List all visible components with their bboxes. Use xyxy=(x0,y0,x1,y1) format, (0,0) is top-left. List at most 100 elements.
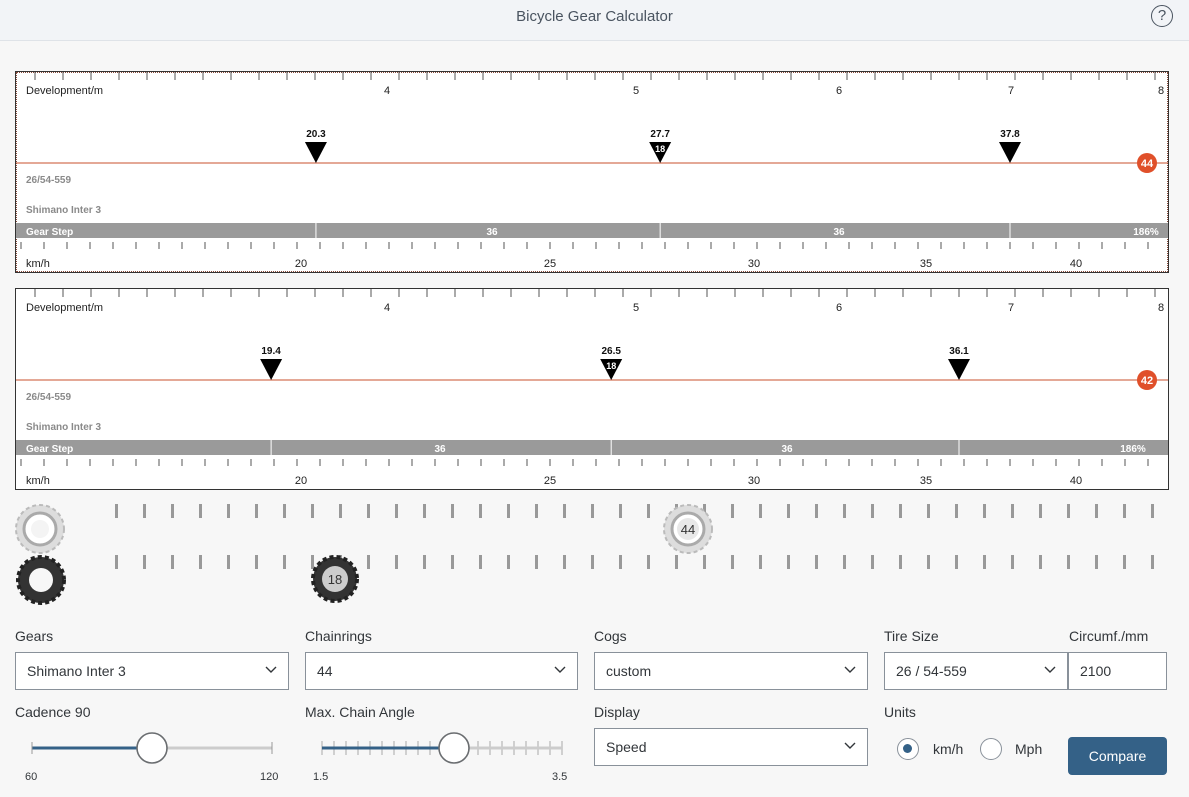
app-title: Bicycle Gear Calculator xyxy=(516,8,673,25)
gear-marker[interactable] xyxy=(304,142,327,163)
chainring-slot xyxy=(1151,504,1154,518)
speed-tick-label: 20 xyxy=(295,258,307,270)
speed-tick-label: 25 xyxy=(544,475,556,487)
gear-step-value: 36 xyxy=(486,227,498,238)
gear-step-label: Gear Step xyxy=(26,444,73,455)
dev-tick-label: 4 xyxy=(384,85,390,97)
chainring-slot xyxy=(787,504,790,518)
chainring-slot xyxy=(815,504,818,518)
cogs-select-value: custom xyxy=(606,663,652,679)
speed-label: 26.5 xyxy=(601,346,621,357)
chainrings-select[interactable]: 44 xyxy=(305,652,578,690)
dev-tick-label: 8 xyxy=(1158,85,1164,97)
speed-label: 37.8 xyxy=(1000,129,1020,140)
selected-chainring-label: 44 xyxy=(681,522,695,537)
gear-marker[interactable] xyxy=(948,359,970,380)
chainrings-label: Chainrings xyxy=(305,628,372,644)
speed-tick-label: 30 xyxy=(748,258,760,270)
gears-label: Gears xyxy=(15,628,54,644)
dev-tick-label: 7 xyxy=(1008,302,1014,314)
chevron-down-icon xyxy=(844,742,856,749)
cadence-slider-handle[interactable] xyxy=(136,732,168,764)
selected-cog-label: 18 xyxy=(328,572,342,587)
cadence-min: 60 xyxy=(25,771,38,783)
chainring-slot xyxy=(647,504,650,518)
chainrings-select-value: 44 xyxy=(317,663,333,679)
mid-cog-label: 18 xyxy=(606,361,616,371)
chainring-slot xyxy=(143,504,146,518)
gear-step-value: 36 xyxy=(434,444,446,455)
units-label: Units xyxy=(884,704,916,720)
chainring-slot xyxy=(283,504,286,518)
chainring-slot xyxy=(367,504,370,518)
chainring-slot xyxy=(395,504,398,518)
gears-select[interactable]: Shimano Inter 3 xyxy=(15,652,289,690)
speed-axis-label: km/h xyxy=(26,258,50,270)
speed-tick-label: 25 xyxy=(544,258,556,270)
cog-slot xyxy=(423,555,426,569)
gear-marker[interactable] xyxy=(999,142,1021,163)
cog-slot xyxy=(1123,555,1126,569)
tire-label: 26/54-559 xyxy=(26,175,71,186)
chain-angle-min: 1.5 xyxy=(313,771,329,783)
cog-slot xyxy=(507,555,510,569)
chainring-slot xyxy=(479,504,482,518)
circumference-input[interactable]: 2100 xyxy=(1068,652,1167,690)
cogs-select[interactable]: custom xyxy=(594,652,868,690)
gear-step-value: 36 xyxy=(833,227,845,238)
cadence-slider[interactable] xyxy=(20,730,290,770)
chainring-slot xyxy=(1123,504,1126,518)
chainring-slot xyxy=(1067,504,1070,518)
chainring-badge-label: 42 xyxy=(1141,375,1153,387)
speed-label: 36.1 xyxy=(949,346,969,357)
tire-size-select[interactable]: 26 / 54-559 xyxy=(884,652,1068,690)
hub-label: Shimano Inter 3 xyxy=(26,205,101,216)
cadence-max: 120 xyxy=(260,771,279,783)
cog-slot xyxy=(255,555,258,569)
tire-size-label: Tire Size xyxy=(884,628,939,644)
units-mph-radio[interactable] xyxy=(980,738,1002,760)
dev-axis-label: Development/m xyxy=(26,302,103,314)
cog-slot xyxy=(367,555,370,569)
gear-chart-2: Development/m 4 5 6 7 8 19.4 26.5 36.1 1… xyxy=(15,288,1169,490)
cog-slot xyxy=(675,555,678,569)
chainring-slot xyxy=(255,504,258,518)
display-select[interactable]: Speed xyxy=(594,728,868,766)
cog-slot xyxy=(535,555,538,569)
help-icon[interactable]: ? xyxy=(1151,5,1173,27)
cog-slot xyxy=(311,555,314,569)
chain-angle-label: Max. Chain Angle xyxy=(305,704,415,720)
speed-axis-label: km/h xyxy=(26,475,50,487)
cog-slot xyxy=(227,555,230,569)
chainring-slot xyxy=(871,504,874,518)
gear-step-value: 186% xyxy=(1133,227,1159,238)
units-kmh-label: km/h xyxy=(933,741,964,757)
chevron-down-icon xyxy=(554,666,566,673)
circumference-label: Circumf./mm xyxy=(1069,628,1149,644)
cog-slot xyxy=(143,555,146,569)
speed-tick-label: 35 xyxy=(920,475,932,487)
cog-slot xyxy=(1011,555,1014,569)
units-kmh-radio[interactable] xyxy=(897,738,919,760)
gear-visualization: 44 18 xyxy=(0,496,1189,608)
compare-button[interactable]: Compare xyxy=(1068,737,1167,775)
chainring-slot xyxy=(899,504,902,518)
chainring-slot xyxy=(1095,504,1098,518)
chainring-slot xyxy=(115,504,118,518)
chainring-slot xyxy=(927,504,930,518)
cog-slot xyxy=(199,555,202,569)
gear-marker[interactable] xyxy=(260,359,283,380)
chainring-slot xyxy=(171,504,174,518)
chainring-gear-icon xyxy=(15,504,65,554)
gear-chart-1-svg: Development/m 4 5 6 7 8 20.3 27.7 37.8 1… xyxy=(16,72,1168,270)
cog-slot xyxy=(563,555,566,569)
speed-label: 27.7 xyxy=(650,129,670,140)
mid-cog-label: 18 xyxy=(655,144,665,154)
hub-label: Shimano Inter 3 xyxy=(26,422,101,433)
app-header: Bicycle Gear Calculator ? xyxy=(0,0,1189,41)
cog-slot xyxy=(899,555,902,569)
cog-slot xyxy=(591,555,594,569)
chain-angle-slider[interactable] xyxy=(310,730,580,770)
chain-angle-slider-handle[interactable] xyxy=(438,732,470,764)
cog-slot xyxy=(619,555,622,569)
